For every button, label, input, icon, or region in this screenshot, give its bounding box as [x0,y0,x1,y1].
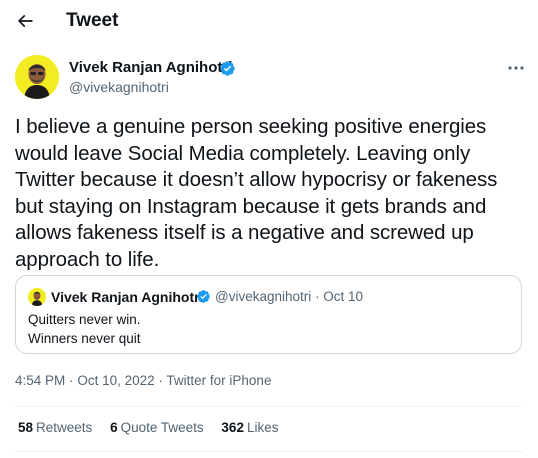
quoted-text: Quitters never win. Winners never quit [28,310,141,348]
quoted-line: Quitters never win. [28,312,141,327]
quoted-line: Winners never quit [28,331,141,346]
quoted-avatar [28,288,46,306]
dot-separator: · [315,289,320,304]
more-dots-icon [508,66,524,70]
verified-badge-icon [197,290,210,303]
top-bar: Tweet [0,0,538,44]
divider [15,451,523,452]
avatar-portrait-icon [15,55,59,99]
tweet-text: I believe a genuine person seeking posit… [15,115,498,271]
back-button[interactable] [12,8,38,34]
quote-tweets-label: Quote Tweets [120,420,204,435]
likes-label: Likes [246,420,279,435]
likes-count: 362 [221,420,244,435]
likes-stat[interactable]: 362 Likes [221,419,278,437]
page-title: Tweet [66,10,119,31]
divider [15,406,523,407]
quoted-handle: @vivekagnihotri [215,289,312,304]
retweets-stat[interactable]: 58 Retweets [18,419,92,437]
more-options-button[interactable] [504,58,528,78]
quote-tweets-stat[interactable]: 6 Quote Tweets [110,419,204,437]
retweets-label: Retweets [36,420,93,435]
avatar[interactable] [15,55,59,99]
dot-separator: · [158,373,163,388]
author-handle[interactable]: @vivekagnihotri [69,78,169,96]
tweet-date-link[interactable]: Oct 10, 2022 [77,373,154,388]
quoted-date: Oct 10 [323,289,364,304]
quoted-meta: @vivekagnihotri · Oct 10 [215,288,363,306]
tweet-time-link[interactable]: 4:54 PM [15,373,65,388]
quoted-author-name: Vivek Ranjan Agnihotri [51,289,204,305]
quoted-tweet[interactable]: Vivek Ranjan Agnihotri @vivekagnihotri ·… [15,275,522,354]
engagement-stats: 58 Retweets 6 Quote Tweets 362 Likes [18,419,292,437]
arrow-left-icon [17,14,33,28]
quote-tweets-count: 6 [110,420,118,435]
avatar-portrait-icon [28,288,46,306]
author-name[interactable]: Vivek Ranjan Agnihotri [69,58,232,77]
dot-separator: · [69,373,74,388]
tweet-source[interactable]: Twitter for iPhone [166,373,271,388]
retweets-count: 58 [18,420,34,435]
verified-badge-icon [220,61,235,76]
tweet-timestamp: 4:54 PM · Oct 10, 2022 · Twitter for iPh… [15,372,271,390]
